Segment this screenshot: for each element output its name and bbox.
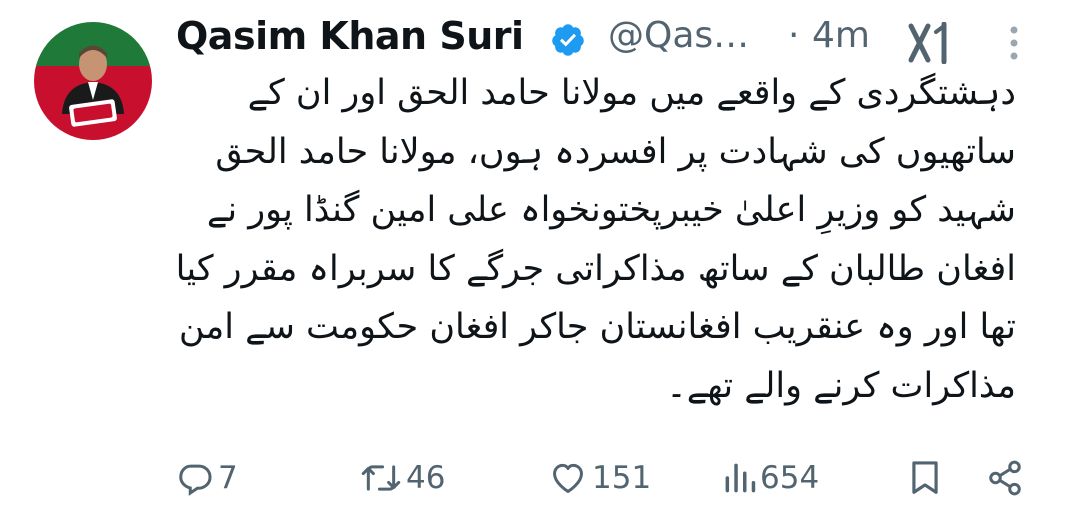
share-button[interactable] [986,450,1024,506]
repost-icon [360,459,402,497]
more-options-icon[interactable] [1006,22,1022,64]
verified-badge-icon [550,22,586,58]
timestamp[interactable]: 4m [812,15,870,56]
views-button[interactable]: 654 [724,450,819,506]
bookmark-button[interactable] [908,450,942,506]
share-icon [986,459,1024,497]
avatar-image [34,22,152,140]
reply-button[interactable]: 7 [176,450,238,506]
tweet-actions: 7 46 151 654 [0,450,1080,506]
reply-count: 7 [218,460,238,496]
reply-icon [176,459,214,497]
author-handle[interactable]: @Qas… [608,15,749,56]
bookmark-icon [908,459,942,497]
views-icon [724,459,756,497]
like-count: 151 [592,460,652,496]
heart-icon [548,459,588,497]
repost-button[interactable]: 46 [360,450,445,506]
separator-dot: · [788,15,800,56]
like-button[interactable]: 151 [548,450,651,506]
author-name[interactable]: Qasim Khan Suri [176,14,524,58]
grok-icon[interactable] [906,21,952,65]
tweet-text: دہشتگردی کے واقعے میں مولانا حامد الحق ا… [175,73,1016,406]
repost-count: 46 [406,460,446,496]
author-avatar[interactable] [34,22,152,140]
tweet-header: Qasim Khan Suri @Qas… · 4m [176,10,1066,68]
views-count: 654 [760,460,820,496]
